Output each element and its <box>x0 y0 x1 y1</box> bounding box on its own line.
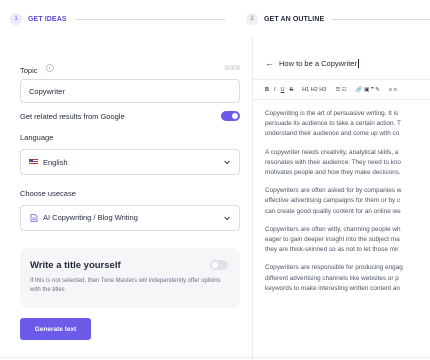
editor-title-row: ← How to be a Copywriter <box>265 58 359 68</box>
editor-body[interactable]: Copywriting is the art of persuasive wri… <box>265 109 430 302</box>
outline-editor-panel: ← How to be a Copywriter B I U S H1 H2 H… <box>253 36 430 360</box>
chevron-down-icon <box>224 216 230 221</box>
language-select[interactable]: English <box>20 149 240 175</box>
document-icon <box>30 214 38 222</box>
step-get-outline[interactable]: 2 GET AN OUTLINE <box>246 12 430 26</box>
bold-button[interactable]: B <box>265 87 269 93</box>
usecase-value: AI Copywriting / Blog Writing <box>43 212 138 222</box>
text-line: eager to gain deeper insight into the su… <box>265 236 400 244</box>
formatting-toolbar: B I U S H1 H2 H3 ☰ ☷ 🔗 ▣ ❞ ✎ ≡ ≡ <box>265 85 402 95</box>
usecase-select[interactable]: AI Copywriting / Blog Writing <box>20 205 240 231</box>
page-bottom-border <box>0 357 430 358</box>
text-line: can create good quality content for an o… <box>265 207 401 215</box>
text-line: A copywriter needs creativity, analytica… <box>265 148 399 156</box>
editor-divider <box>253 79 430 80</box>
chevron-down-icon <box>224 160 230 165</box>
text-line: resonates with their audience. They need… <box>265 158 401 166</box>
text-line: different advertising channels like webs… <box>265 274 399 282</box>
us-flag-icon <box>29 158 38 165</box>
align-buttons[interactable]: ≡ ≡ <box>389 87 397 93</box>
step-connector <box>332 18 430 20</box>
italic-button[interactable]: I <box>274 87 276 93</box>
language-label: Language <box>20 133 54 142</box>
step-connector <box>74 18 225 20</box>
topic-char-counter: 0/300 <box>224 66 240 72</box>
language-value: English <box>43 157 68 167</box>
paragraph: Copywriting is the art of persuasive wri… <box>265 109 430 140</box>
text-line: Copywriters are often asked for by compa… <box>265 187 402 195</box>
step-progress: 1 GET IDEAS 2 GET AN OUTLINE <box>0 0 430 36</box>
usecase-label: Choose usecase <box>20 189 76 198</box>
ideas-form-panel: Topic 0/300 Copywriter Get related resul… <box>0 36 252 360</box>
paragraph: A copywriter needs creativity, analytica… <box>265 148 430 179</box>
text-line: Copywriting is the art of persuasive wri… <box>265 110 399 117</box>
document-title-input[interactable]: How to be a Copywriter <box>279 59 357 68</box>
paragraph: Copywriters are often asked for by compa… <box>265 186 430 217</box>
write-title-card: Write a title yourself If this is not se… <box>20 248 240 308</box>
text-line: they are thick-skinned so as not to let … <box>265 246 399 254</box>
insert-buttons[interactable]: 🔗 ▣ ❞ ✎ <box>356 87 380 93</box>
arrow-left-icon[interactable]: ← <box>265 58 274 68</box>
text-line: persuade its audience to take a certain … <box>265 120 401 128</box>
text-line: Copywriters are often witty, charming pe… <box>265 225 401 233</box>
step-number: 2 <box>246 13 258 25</box>
write-title-description: If this is not selected, then Tone Maste… <box>30 278 221 293</box>
underline-button[interactable]: U <box>281 87 285 93</box>
strikethrough-button[interactable]: S <box>290 87 294 93</box>
topic-label-row: Topic 0/300 <box>20 60 240 78</box>
step-get-ideas[interactable]: 1 GET IDEAS <box>10 12 225 26</box>
generate-text-button[interactable]: Generate text <box>20 318 91 340</box>
text-line: understand their audience and come up wi… <box>265 130 400 138</box>
text-caret <box>357 58 359 68</box>
topic-label: Topic <box>20 66 38 75</box>
step-number: 1 <box>10 13 22 25</box>
google-results-row: Get related results from Google <box>20 111 240 121</box>
heading-buttons[interactable]: H1 H2 H3 <box>302 87 326 93</box>
paragraph: Copywriters are responsible for producin… <box>265 263 430 294</box>
write-title-heading: Write a title yourself <box>30 260 121 271</box>
text-line: effective advertising campaigns for them… <box>265 197 401 205</box>
google-results-toggle[interactable] <box>221 111 240 121</box>
text-line: keywords to make interesting written con… <box>265 284 400 292</box>
step-label: GET IDEAS <box>28 15 67 23</box>
paragraph: Copywriters are often witty, charming pe… <box>265 225 430 256</box>
text-line: motivates people and how they make decis… <box>265 169 401 177</box>
write-title-toggle[interactable] <box>210 260 228 270</box>
list-buttons[interactable]: ☰ ☷ <box>335 87 346 93</box>
google-results-label: Get related results from Google <box>20 111 125 121</box>
topic-input-value: Copywriter <box>29 86 65 96</box>
editor-divider <box>253 99 430 100</box>
text-line: Copywriters are responsible for producin… <box>265 264 403 272</box>
topic-input[interactable]: Copywriter <box>20 79 240 103</box>
info-icon[interactable] <box>45 63 54 72</box>
step-label: GET AN OUTLINE <box>264 15 325 23</box>
